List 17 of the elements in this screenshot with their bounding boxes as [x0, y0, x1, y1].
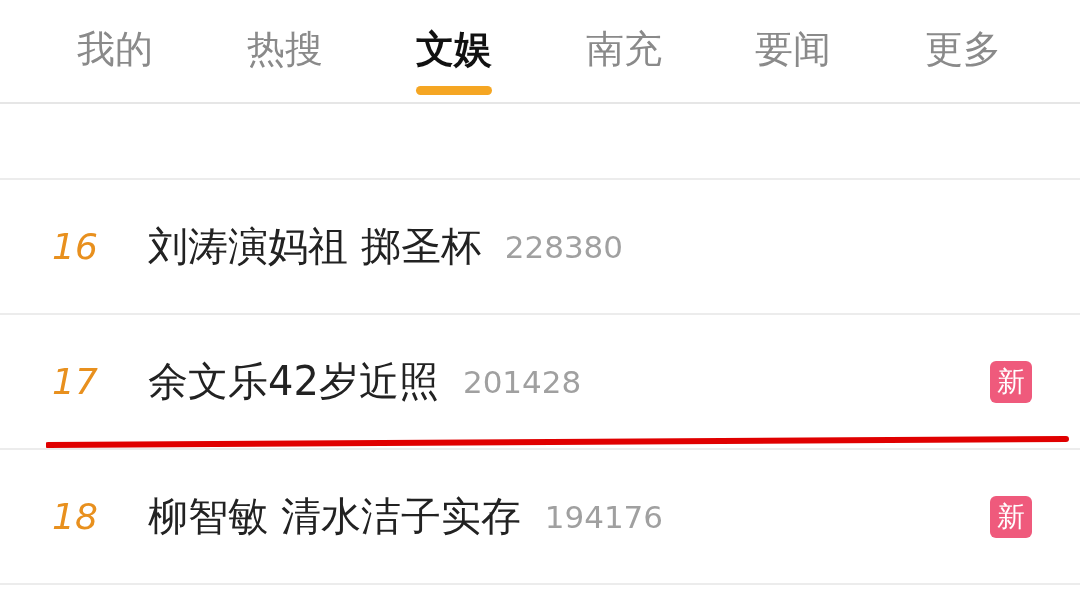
tab[interactable]: 南充	[548, 0, 699, 80]
tab[interactable]: 我的	[40, 0, 190, 80]
topic-title[interactable]: 刘涛演妈祖 掷圣杯	[148, 219, 481, 274]
heat-count: 194176	[544, 498, 664, 535]
new-badge: 新	[990, 360, 1032, 403]
rank-number: 16	[52, 226, 99, 267]
tab[interactable]: 更多	[887, 0, 1038, 80]
tab[interactable]: 热搜	[209, 0, 360, 80]
heat-count: 228380	[504, 228, 624, 265]
heat-count: 201428	[462, 363, 582, 400]
rank-number: 17	[52, 361, 99, 402]
topic-title[interactable]: 余文乐42岁近照	[148, 354, 439, 409]
new-badge: 新	[990, 495, 1032, 538]
tab[interactable]: 文娱	[379, 0, 530, 80]
tab[interactable]: 要闻	[718, 0, 869, 80]
topic-title[interactable]: 柳智敏 清水洁子实存	[148, 489, 521, 544]
rank-number: 18	[52, 496, 99, 537]
